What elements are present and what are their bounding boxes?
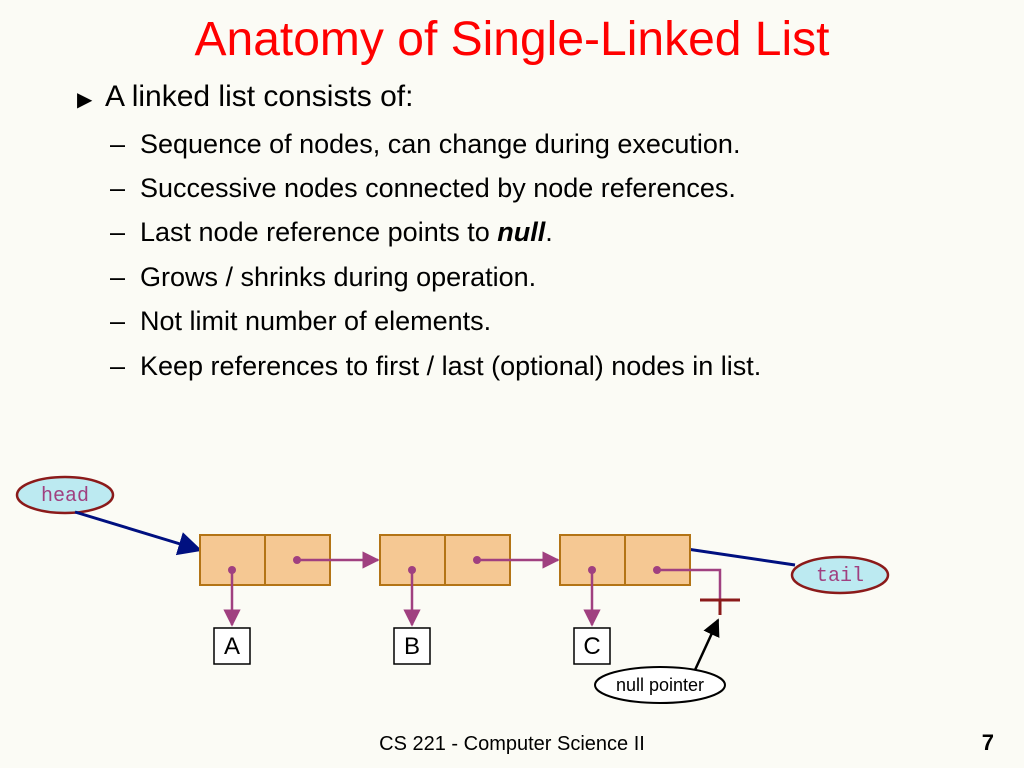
dash-icon: – (110, 348, 125, 384)
tail-label: tail (816, 565, 864, 588)
null-pointer-label: null pointer (616, 675, 704, 695)
slide-footer: CS 221 - Computer Science II (0, 733, 1024, 756)
sub-bullet: – Sequence of nodes, can change during e… (140, 126, 1024, 162)
content-block: ▶ A linked list consists of: – Sequence … (0, 77, 1024, 384)
head-label: head (41, 485, 89, 508)
dash-icon: – (110, 170, 125, 206)
linked-list-diagram: head tail A B (0, 470, 1024, 730)
head-arrow (75, 512, 200, 550)
null-keyword: null (497, 217, 545, 247)
dash-icon: – (110, 126, 125, 162)
sub-bullet-list: – Sequence of nodes, can change during e… (105, 126, 1024, 385)
sub-bullet-text: Grows / shrinks during operation. (140, 262, 536, 292)
dash-icon: – (110, 259, 125, 295)
sub-bullet: – Grows / shrinks during operation. (140, 259, 1024, 295)
node-box (380, 535, 558, 625)
node-box (560, 535, 720, 625)
slide-title: Anatomy of Single-Linked List (0, 12, 1024, 67)
sub-bullet-text: Keep references to first / last (optiona… (140, 351, 761, 381)
bullet-top-text: A linked list consists of: (105, 80, 413, 113)
dash-icon: – (110, 303, 125, 339)
sub-bullet-text: Last node reference points to (140, 217, 497, 247)
sub-bullet-text: Sequence of nodes, can change during exe… (140, 129, 740, 159)
node-data-label: B (404, 633, 420, 660)
dash-icon: – (110, 214, 125, 250)
bullet-top: ▶ A linked list consists of: (105, 77, 1024, 118)
node-data-label: C (583, 633, 600, 660)
sub-bullet: – Last node reference points to null. (140, 214, 1024, 250)
null-terminator-icon (700, 600, 740, 615)
sub-bullet-text: Not limit number of elements. (140, 306, 491, 336)
sub-bullet: – Keep references to first / last (optio… (140, 348, 1024, 384)
sub-bullet-text: Successive nodes connected by node refer… (140, 173, 736, 203)
node-box (200, 535, 378, 625)
sub-bullet-suffix: . (545, 217, 553, 247)
sub-bullet: – Successive nodes connected by node ref… (140, 170, 1024, 206)
sub-bullet: – Not limit number of elements. (140, 303, 1024, 339)
null-pointer-arrow (695, 620, 718, 670)
page-number: 7 (982, 730, 994, 756)
node-data-label: A (224, 633, 240, 660)
bullet-marker-icon: ▶ (77, 87, 92, 114)
